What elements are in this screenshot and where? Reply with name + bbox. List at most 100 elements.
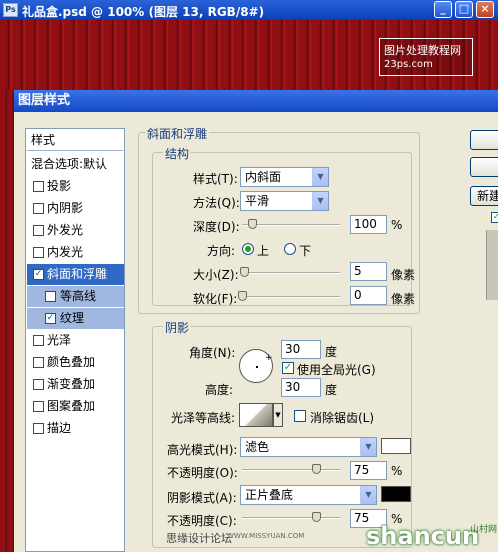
style-item-satin[interactable]: 光泽 xyxy=(27,330,124,351)
altitude-input[interactable]: 30 xyxy=(281,378,321,397)
style-item-pattern-overlay[interactable]: 图案叠加 xyxy=(27,396,124,417)
minimize-button[interactable]: _ xyxy=(434,1,452,18)
cancel-button[interactable] xyxy=(470,157,498,177)
shadow-opacity-thumb[interactable] xyxy=(311,512,321,522)
pattern-overlay-label: 图案叠加 xyxy=(47,399,96,413)
satin-label: 光泽 xyxy=(47,333,72,347)
document-titlebar[interactable]: Ps 礼品盒.psd @ 100% (图层 13, RGB/8#) _ □ × xyxy=(0,0,498,20)
soften-label: 软化(F): xyxy=(193,292,238,306)
inner-shadow-checkbox[interactable] xyxy=(33,203,44,214)
global-light-label: 使用全局光(G) xyxy=(297,363,376,377)
gloss-contour-preview[interactable] xyxy=(239,403,273,427)
direction-up-radio[interactable] xyxy=(242,243,254,255)
size-unit: 像素 xyxy=(391,268,416,282)
technique-value: 平滑 xyxy=(245,194,270,208)
direction-down-radio[interactable] xyxy=(284,243,296,255)
satin-checkbox[interactable] xyxy=(33,335,44,346)
altitude-unit: 度 xyxy=(325,383,338,397)
depth-slider-thumb[interactable] xyxy=(247,219,257,229)
highlight-color-swatch[interactable] xyxy=(381,438,411,454)
highlight-opacity-label: 不透明度(O): xyxy=(167,466,238,480)
style-list-header[interactable]: 样式 xyxy=(27,130,124,151)
shadow-opacity-label: 不透明度(C): xyxy=(167,514,237,528)
gradient-overlay-checkbox[interactable] xyxy=(33,379,44,390)
chevron-down-icon: ▼ xyxy=(312,192,328,210)
style-item-inner-glow[interactable]: 内发光 xyxy=(27,242,124,263)
style-item-contour[interactable]: 等高线 xyxy=(27,286,124,307)
depth-unit: % xyxy=(391,218,403,232)
stroke-label: 描边 xyxy=(47,421,72,435)
style-item-drop-shadow[interactable]: 投影 xyxy=(27,176,124,197)
watermark-url: 23ps.com xyxy=(384,59,433,70)
soften-slider-thumb[interactable] xyxy=(238,291,247,301)
angle-input[interactable]: 30 xyxy=(281,340,321,359)
anti-alias-label: 消除锯齿(L) xyxy=(310,411,375,425)
blending-options-item[interactable]: 混合选项:默认 xyxy=(27,154,124,175)
highlight-opacity-input[interactable]: 75 xyxy=(350,461,387,480)
anti-alias-checkbox[interactable] xyxy=(294,410,306,422)
global-light-checkbox[interactable]: ✓ xyxy=(282,362,294,374)
bevel-style-value: 内斜面 xyxy=(245,170,282,184)
direction-up-label: 上 xyxy=(257,244,270,258)
size-input[interactable]: 5 xyxy=(350,262,387,281)
technique-label: 方法(Q): xyxy=(193,196,240,210)
shadow-mode-select[interactable]: 正片叠底 ▼ xyxy=(240,485,377,505)
outer-glow-label: 外发光 xyxy=(47,223,84,237)
shadow-color-swatch[interactable] xyxy=(381,486,411,502)
angle-dial[interactable]: + xyxy=(239,349,273,383)
texture-checkbox[interactable]: ✓ xyxy=(45,313,56,324)
style-item-texture[interactable]: ✓ 纹理 xyxy=(27,308,124,329)
stroke-checkbox[interactable] xyxy=(33,423,44,434)
shadow-opacity-track[interactable] xyxy=(242,517,340,519)
texture-label: 纹理 xyxy=(60,311,85,325)
bevel-emboss-title: 斜面和浮雕 xyxy=(145,125,210,142)
technique-select[interactable]: 平滑 ▼ xyxy=(240,191,329,211)
maximize-button[interactable]: □ xyxy=(455,1,473,18)
style-preview-thumbnail xyxy=(486,230,498,300)
outer-glow-checkbox[interactable] xyxy=(33,225,44,236)
pattern-overlay-checkbox[interactable] xyxy=(33,401,44,412)
close-button[interactable]: × xyxy=(476,1,494,18)
style-item-color-overlay[interactable]: 颜色叠加 xyxy=(27,352,124,373)
ok-button[interactable] xyxy=(470,130,498,150)
size-slider-track[interactable] xyxy=(242,272,340,274)
soften-slider-track[interactable] xyxy=(242,296,340,298)
inner-shadow-label: 内阴影 xyxy=(47,201,84,215)
style-list-header-label: 样式 xyxy=(31,133,56,147)
drop-shadow-checkbox[interactable] xyxy=(33,181,44,192)
document-title: 礼品盒.psd @ 100% (图层 13, RGB/8#) xyxy=(22,5,265,19)
bevel-style-select[interactable]: 内斜面 ▼ xyxy=(240,167,329,187)
depth-input[interactable]: 100 xyxy=(350,215,387,234)
highlight-mode-select[interactable]: 滤色 ▼ xyxy=(240,437,377,457)
angle-crosshair-icon: + xyxy=(265,353,273,363)
highlight-mode-label: 高光模式(H): xyxy=(167,443,238,457)
new-style-button[interactable]: 新建 xyxy=(470,186,498,206)
gloss-contour-dropdown-icon[interactable]: ▼ xyxy=(273,403,283,427)
forum-watermark: 思缘设计论坛 xyxy=(166,532,232,545)
style-item-inner-shadow[interactable]: 内阴影 xyxy=(27,198,124,219)
forum-url-watermark: WWW.MISSYUAN.COM xyxy=(227,532,305,540)
structure-title: 结构 xyxy=(163,145,192,162)
highlight-mode-value: 滤色 xyxy=(245,440,270,454)
contour-checkbox[interactable] xyxy=(45,291,56,302)
color-overlay-checkbox[interactable] xyxy=(33,357,44,368)
dialog-titlebar[interactable]: 图层样式 xyxy=(14,90,498,112)
gradient-overlay-label: 渐变叠加 xyxy=(47,377,96,391)
style-item-gradient-overlay[interactable]: 渐变叠加 xyxy=(27,374,124,395)
preview-checkbox[interactable]: ✓ xyxy=(491,212,498,223)
inner-glow-checkbox[interactable] xyxy=(33,247,44,258)
angle-unit: 度 xyxy=(325,345,338,359)
style-item-outer-glow[interactable]: 外发光 xyxy=(27,220,124,241)
highlight-opacity-thumb[interactable] xyxy=(311,464,321,474)
style-item-bevel-emboss[interactable]: ✓ 斜面和浮雕 xyxy=(27,264,124,285)
shading-title: 阴影 xyxy=(163,319,192,336)
direction-down-label: 下 xyxy=(299,244,312,258)
direction-label: 方向: xyxy=(207,244,236,258)
bevel-emboss-checkbox[interactable]: ✓ xyxy=(33,269,44,280)
color-overlay-label: 颜色叠加 xyxy=(47,355,96,369)
size-slider-thumb[interactable] xyxy=(239,267,249,277)
soften-input[interactable]: 0 xyxy=(350,286,387,305)
highlight-opacity-track[interactable] xyxy=(242,469,340,471)
style-item-stroke[interactable]: 描边 xyxy=(27,418,124,439)
shadow-mode-value: 正片叠底 xyxy=(245,488,294,502)
